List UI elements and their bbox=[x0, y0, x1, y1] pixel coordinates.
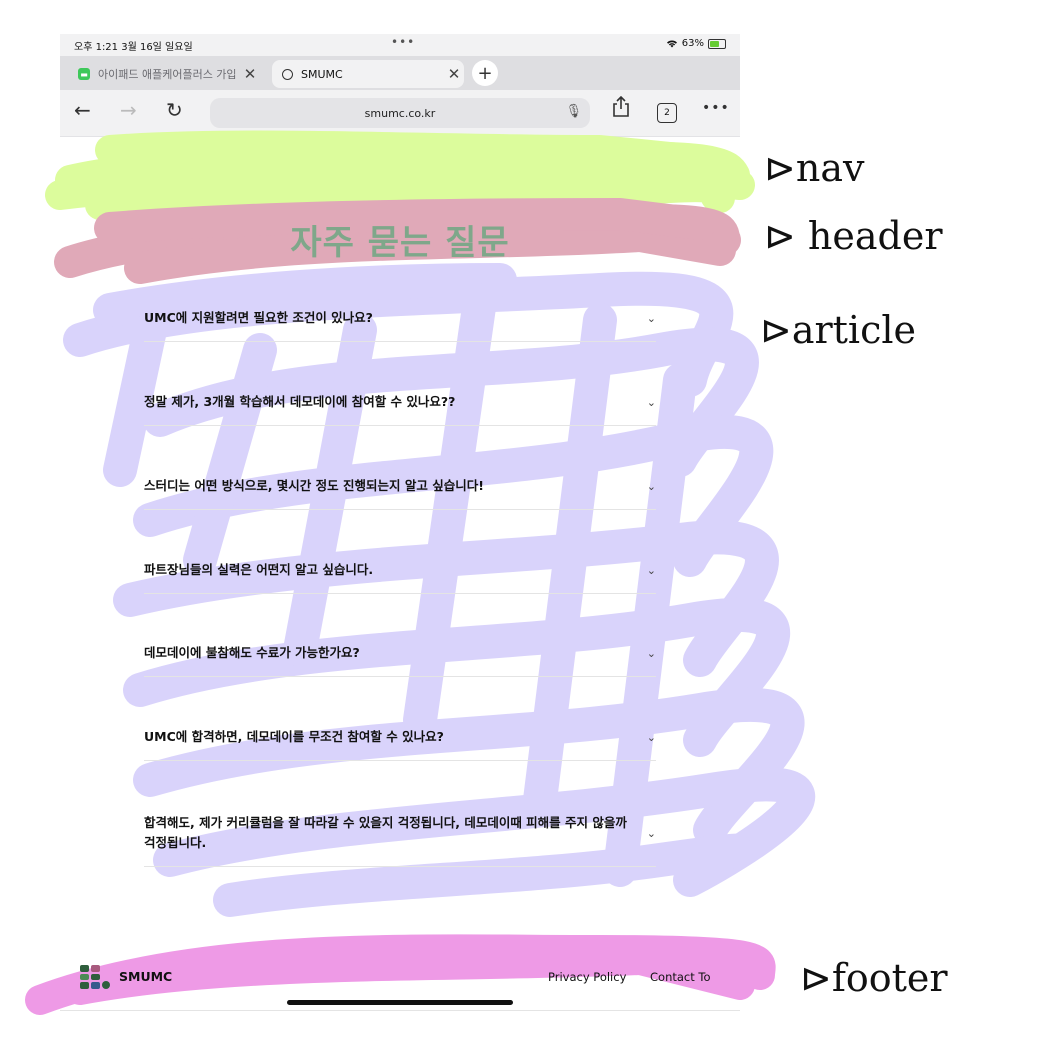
annotation-footer: ⊳footer bbox=[800, 956, 948, 1000]
footer-logo-icon[interactable] bbox=[80, 965, 112, 989]
faq-question: 정말 제가, 3개월 학습해서 데모데이에 참여할 수 있나요?? bbox=[144, 394, 456, 409]
faq-question: 파트장님들의 실력은 어떤지 알고 싶습니다. bbox=[144, 562, 374, 577]
annotation-nav: ⊳nav bbox=[764, 146, 865, 190]
faq-question: 합격해도, 제가 커리큘럼을 잘 따라갈 수 있을지 걱정됩니다, 데모데이때 … bbox=[144, 815, 627, 850]
faq-item-6[interactable]: UMC에 합격하면, 데모데이를 무조건 참여할 수 있나요? ⌄ bbox=[144, 714, 656, 761]
home-indicator bbox=[287, 1000, 513, 1005]
chevron-down-icon[interactable]: ⌄ bbox=[636, 731, 656, 744]
faq-item-7[interactable]: 합격해도, 제가 커리큘럼을 잘 따라갈 수 있을지 걱정됩니다, 데모데이때 … bbox=[144, 800, 656, 867]
chevron-down-icon[interactable]: ⌄ bbox=[636, 480, 656, 493]
page-title: 자주 묻는 질문 bbox=[290, 223, 510, 263]
faq-item-2[interactable]: 정말 제가, 3개월 학습해서 데모데이에 참여할 수 있나요?? ⌄ bbox=[144, 379, 656, 426]
chevron-down-icon[interactable]: ⌄ bbox=[636, 827, 656, 840]
faq-question: 스터디는 어떤 방식으로, 몇시간 정도 진행되는지 알고 싶습니다! bbox=[144, 478, 484, 493]
faq-question: UMC에 지원할려면 필요한 조건이 있나요? bbox=[144, 310, 373, 325]
chevron-down-icon[interactable]: ⌄ bbox=[636, 564, 656, 577]
annotation-article: ⊳article bbox=[760, 308, 917, 352]
annotation-header: ⊳ header bbox=[764, 214, 943, 258]
faq-item-4[interactable]: 파트장님들의 실력은 어떤지 알고 싶습니다. ⌄ bbox=[144, 547, 656, 594]
faq-question: UMC에 합격하면, 데모데이를 무조건 참여할 수 있나요? bbox=[144, 729, 444, 744]
privacy-policy-link[interactable]: Privacy Policy bbox=[548, 970, 626, 984]
chevron-down-icon[interactable]: ⌄ bbox=[636, 647, 656, 660]
chevron-down-icon[interactable]: ⌄ bbox=[636, 312, 656, 325]
faq-question: 데모데이에 불참해도 수료가 가능한가요? bbox=[144, 645, 360, 660]
faq-item-3[interactable]: 스터디는 어떤 방식으로, 몇시간 정도 진행되는지 알고 싶습니다! ⌄ bbox=[144, 463, 656, 510]
footer-brand[interactable]: SMUMC bbox=[119, 969, 172, 984]
contact-link[interactable]: Contact To bbox=[650, 970, 711, 984]
chevron-down-icon[interactable]: ⌄ bbox=[636, 396, 656, 409]
faq-item-1[interactable]: UMC에 지원할려면 필요한 조건이 있나요? ⌄ bbox=[144, 295, 656, 342]
footer-divider bbox=[60, 1010, 740, 1011]
faq-item-5[interactable]: 데모데이에 불참해도 수료가 가능한가요? ⌄ bbox=[144, 630, 656, 677]
site-content: 자주 묻는 질문 UMC에 지원할려면 필요한 조건이 있나요? ⌄ 정말 제가,… bbox=[60, 0, 740, 1060]
